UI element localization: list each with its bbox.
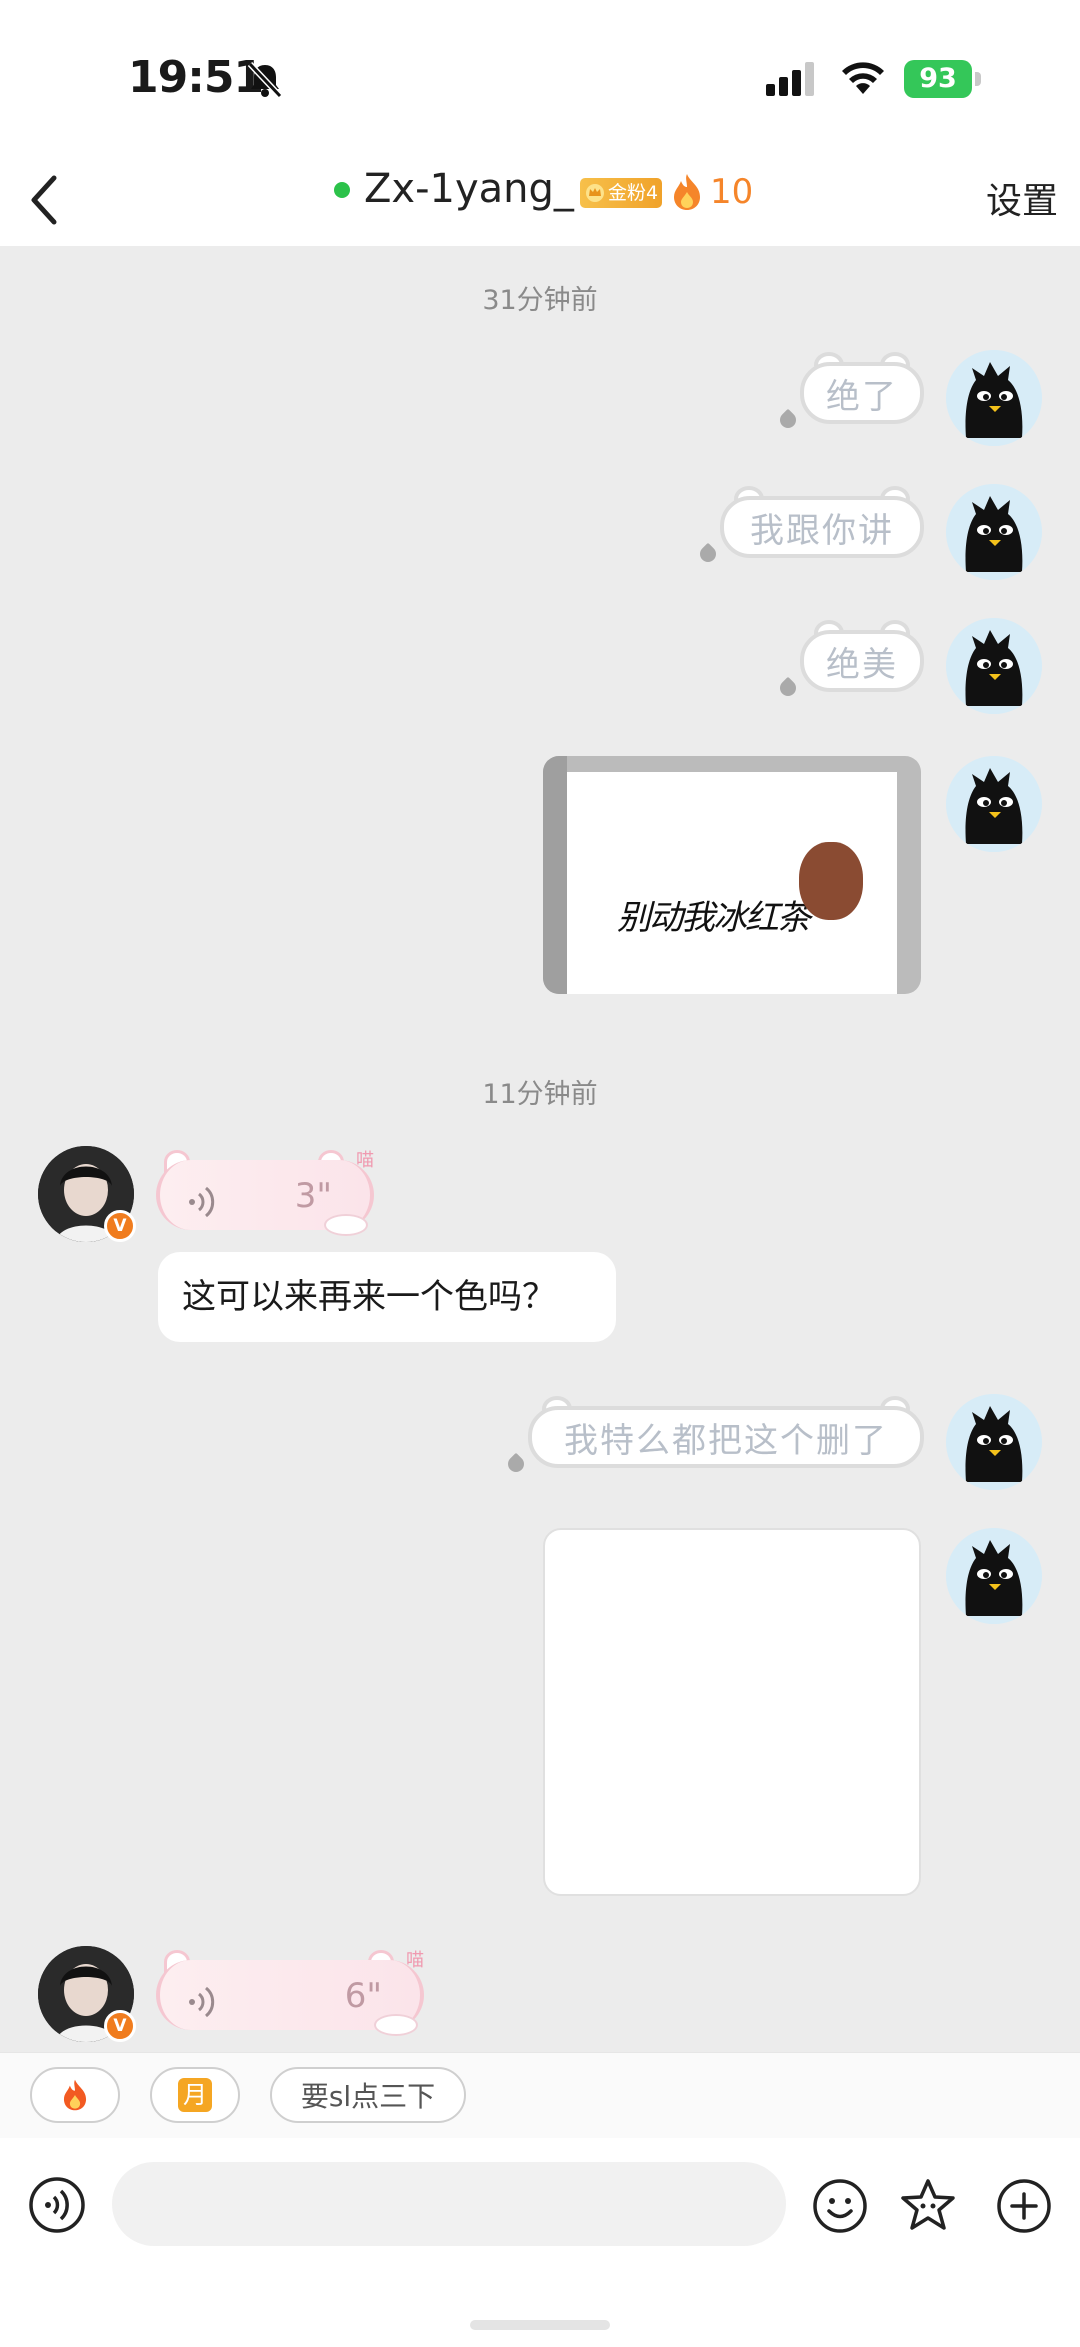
message-bubble[interactable]: 绝了 xyxy=(772,350,924,432)
voice-message[interactable]: 3" 喵 xyxy=(156,1146,374,1236)
cat-decoration xyxy=(324,1214,368,1236)
voice-message[interactable]: 6" 喵 xyxy=(156,1946,424,2036)
coin-stack-decoration xyxy=(772,676,800,700)
meow-decoration: 喵 xyxy=(356,1150,374,1171)
settings-button[interactable]: 设置 xyxy=(986,172,1058,224)
quick-reply-sl[interactable]: 要sl点三下 xyxy=(270,2067,466,2123)
quick-reply-moon[interactable]: 月 xyxy=(150,2067,240,2123)
message-bubble[interactable]: 我特么都把这个删了 xyxy=(500,1394,924,1476)
image-sidebar xyxy=(543,756,567,994)
bell-muted-icon xyxy=(247,61,283,99)
fire-icon xyxy=(674,174,700,210)
contact-name[interactable]: Zx-1yang_ xyxy=(364,166,574,212)
image-face-sticker xyxy=(799,842,863,920)
penguin-icon xyxy=(946,1528,1042,1624)
message-text: 我跟你讲 xyxy=(750,510,894,551)
cellular-signal-icon xyxy=(766,62,814,96)
fan-level-badge: 金粉4 xyxy=(580,178,662,208)
image-message[interactable]: 别动我冰红茶 xyxy=(543,756,921,994)
quick-reply-fire[interactable] xyxy=(30,2067,120,2123)
penguin-icon xyxy=(946,484,1042,580)
meow-decoration: 喵 xyxy=(406,1950,424,1971)
quick-reply-bar: 月 要sl点三下 xyxy=(0,2052,1080,2138)
timestamp: 11分钟前 xyxy=(482,1079,598,1110)
composer-area: 月 要sl点三下 xyxy=(0,2052,1080,2347)
home-indicator xyxy=(470,2320,610,2330)
back-arrow-icon[interactable] xyxy=(24,170,64,230)
penguin-icon xyxy=(946,756,1042,852)
moon-emoji: 月 xyxy=(178,2078,212,2112)
status-bar: 19:51 93 xyxy=(0,0,1080,160)
status-time: 19:51 xyxy=(128,52,264,103)
voice-input-icon[interactable] xyxy=(28,2176,86,2234)
verified-badge: V xyxy=(104,2010,136,2042)
my-avatar[interactable] xyxy=(946,756,1042,852)
image-message[interactable] xyxy=(543,1528,921,1896)
my-avatar[interactable] xyxy=(946,484,1042,580)
penguin-icon xyxy=(946,1394,1042,1490)
my-avatar[interactable] xyxy=(946,1394,1042,1490)
online-status-dot xyxy=(334,182,350,198)
fire-streak-count: 10 xyxy=(710,172,754,212)
penguin-icon xyxy=(946,350,1042,446)
my-avatar[interactable] xyxy=(946,350,1042,446)
battery-indicator: 93 xyxy=(904,60,982,98)
input-row xyxy=(0,2152,1080,2262)
plus-icon[interactable] xyxy=(996,2178,1052,2234)
timestamp: 31分钟前 xyxy=(482,285,598,316)
message-bubble[interactable]: 这可以来再来一个色吗？ xyxy=(158,1252,616,1342)
message-text: 绝美 xyxy=(826,644,898,685)
message-input[interactable] xyxy=(112,2162,786,2246)
voice-wave-icon xyxy=(189,1986,215,2018)
coin-stack-decoration xyxy=(692,542,720,566)
coin-stack-decoration xyxy=(500,1452,528,1476)
message-bubble[interactable]: 绝美 xyxy=(772,618,924,700)
voice-wave-icon xyxy=(189,1186,215,1218)
verified-badge: V xyxy=(104,1210,136,1242)
message-text: 我特么都把这个删了 xyxy=(564,1420,888,1461)
voice-duration: 6" xyxy=(344,1976,382,2016)
sticker-icon[interactable] xyxy=(898,2176,958,2236)
cat-decoration xyxy=(374,2014,418,2036)
image-canvas: 别动我冰红茶 xyxy=(567,772,897,994)
my-avatar[interactable] xyxy=(946,618,1042,714)
coin-stack-decoration xyxy=(772,408,800,432)
battery-level: 93 xyxy=(904,60,972,98)
crown-icon xyxy=(586,184,604,202)
battery-tip xyxy=(975,72,981,86)
message-bubble[interactable]: 我跟你讲 xyxy=(692,484,924,566)
fan-badge-label: 金粉4 xyxy=(608,182,659,204)
wifi-icon xyxy=(842,62,884,94)
voice-duration: 3" xyxy=(294,1176,332,1216)
image-caption: 别动我冰红茶 xyxy=(617,898,811,938)
fire-icon xyxy=(63,2079,87,2111)
chat-header: Zx-1yang_ 金粉4 10 设置 xyxy=(0,160,1080,246)
emoji-icon[interactable] xyxy=(812,2178,868,2234)
my-avatar[interactable] xyxy=(946,1528,1042,1624)
message-text: 绝了 xyxy=(826,376,898,417)
penguin-icon xyxy=(946,618,1042,714)
